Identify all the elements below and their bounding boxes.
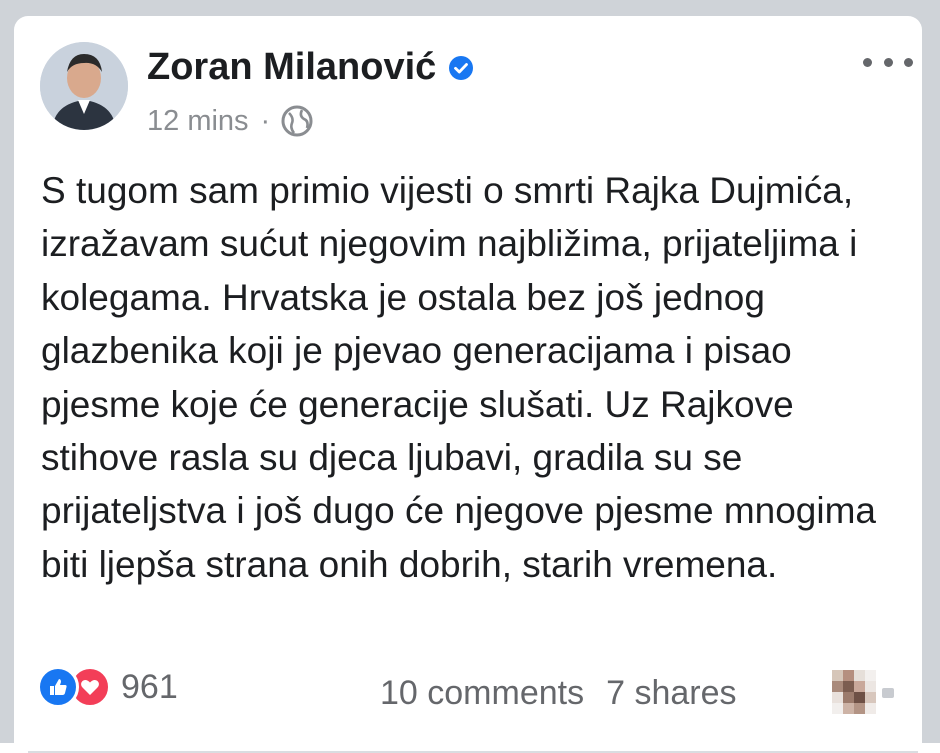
like-icon bbox=[37, 666, 79, 708]
reaction-summary[interactable]: 961 bbox=[37, 666, 178, 708]
verified-badge-icon bbox=[449, 55, 474, 80]
post-timestamp[interactable]: 12 mins bbox=[147, 105, 249, 138]
author-name[interactable]: Zoran Milanović bbox=[147, 46, 436, 89]
post-card: Zoran Milanović 12 mins · S tugom sam pr… bbox=[14, 16, 922, 753]
thumb-pixel bbox=[843, 692, 854, 703]
more-dot bbox=[883, 57, 893, 67]
avatar-photo bbox=[40, 42, 128, 130]
post-text: S tugom sam primio vijesti o smrti Rajka… bbox=[41, 170, 876, 585]
thumb-pixel bbox=[865, 703, 876, 714]
thumb-pixel bbox=[843, 681, 854, 692]
thumb-pixel bbox=[865, 670, 876, 681]
comments-count[interactable]: 10 comments bbox=[380, 674, 584, 713]
more-dot bbox=[863, 57, 872, 67]
shares-count[interactable]: 7 shares bbox=[606, 674, 736, 713]
heart-icon bbox=[81, 680, 99, 695]
thumb-pixel bbox=[832, 681, 843, 692]
globe-icon[interactable] bbox=[280, 104, 314, 138]
thumb-pixel bbox=[843, 670, 854, 681]
thumb-pixel bbox=[832, 670, 843, 681]
thumb-pixel bbox=[854, 703, 865, 714]
thumb-pixel bbox=[843, 703, 854, 714]
author-avatar[interactable] bbox=[40, 42, 128, 130]
screenshot-frame: Zoran Milanović 12 mins · S tugom sam pr… bbox=[0, 0, 940, 753]
author-header: Zoran Milanović bbox=[147, 46, 474, 89]
reaction-count: 961 bbox=[121, 667, 178, 706]
meta-separator: · bbox=[260, 104, 271, 137]
thumbs-up-icon bbox=[50, 679, 67, 695]
more-dot bbox=[904, 57, 913, 67]
thumb-pixel bbox=[865, 692, 876, 703]
thumb-pixel bbox=[832, 703, 843, 714]
thumb-pixel bbox=[854, 670, 865, 681]
thumb-pixel bbox=[854, 692, 865, 703]
more-options-icon[interactable] bbox=[863, 50, 913, 74]
post-meta: 12 mins · bbox=[147, 104, 314, 138]
thumb-pixel bbox=[865, 681, 876, 692]
viewer-avatar-thumbnail[interactable] bbox=[832, 670, 876, 714]
audience-dropdown-caret[interactable] bbox=[882, 688, 894, 698]
thumb-pixel bbox=[832, 692, 843, 703]
thumb-pixel bbox=[854, 681, 865, 692]
engagement-counts: 10 comments 7 shares bbox=[380, 674, 737, 713]
